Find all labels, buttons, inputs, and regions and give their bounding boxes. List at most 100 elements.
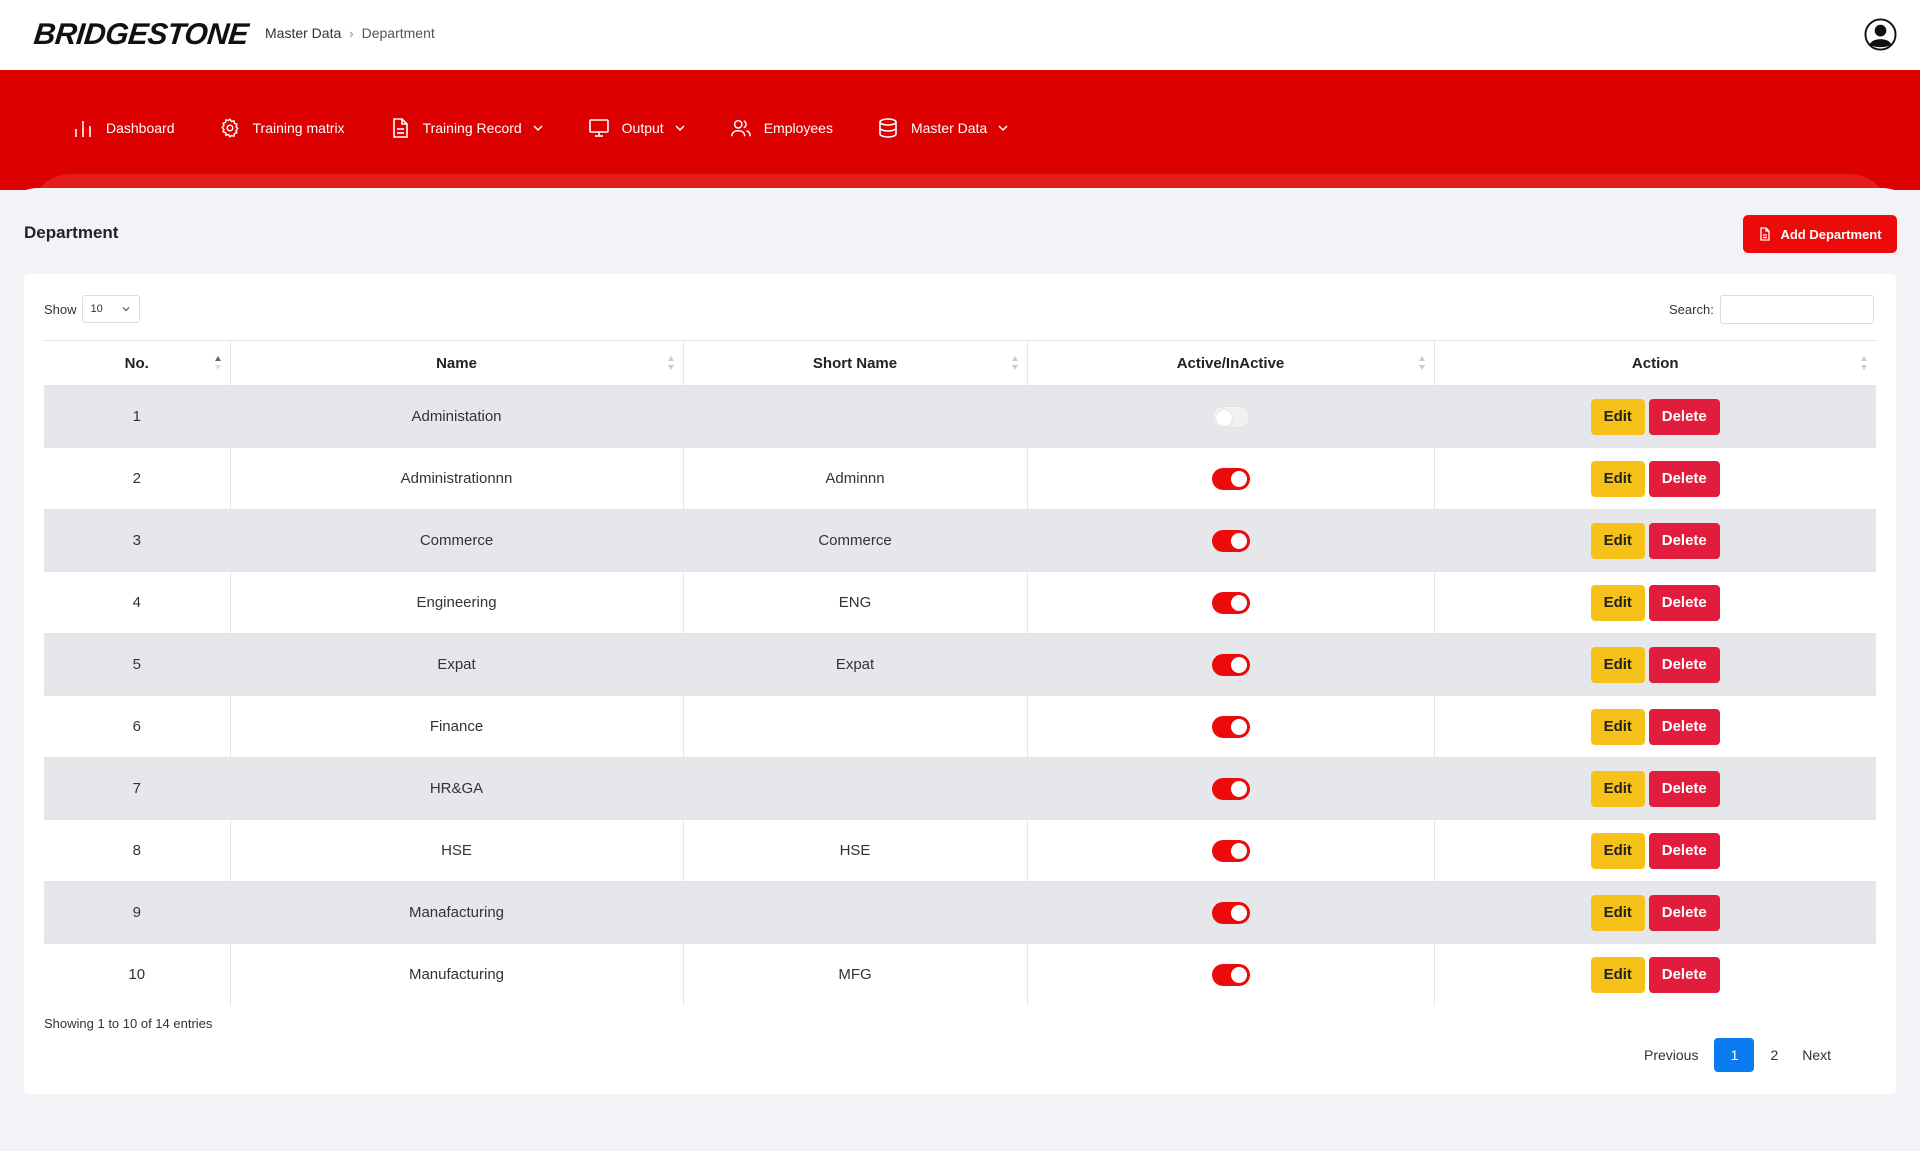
cell-active bbox=[1026, 881, 1434, 944]
edit-button[interactable]: Edit bbox=[1590, 832, 1645, 869]
cell-name: Administation bbox=[229, 385, 683, 448]
cell-no: 9 bbox=[44, 881, 230, 944]
sort-icon bbox=[1011, 356, 1018, 370]
show-label: Show bbox=[44, 301, 77, 317]
table-row: 5 Expat Expat Edit Delete bbox=[44, 633, 1876, 696]
edit-button[interactable]: Edit bbox=[1590, 646, 1645, 683]
nav-item-training-matrix[interactable]: Training matrix bbox=[219, 117, 345, 139]
monitor-icon bbox=[588, 119, 609, 137]
page-size-select[interactable]: 10 bbox=[81, 295, 140, 323]
cell-name: Expat bbox=[229, 633, 683, 696]
cell-active bbox=[1026, 385, 1434, 448]
cell-short-name bbox=[682, 757, 1027, 820]
cell-active bbox=[1026, 819, 1434, 882]
sort-icon bbox=[1418, 356, 1425, 370]
cell-no: 3 bbox=[44, 509, 230, 572]
cell-active bbox=[1026, 571, 1434, 634]
active-toggle[interactable] bbox=[1211, 777, 1250, 800]
breadcrumb-parent[interactable]: Master Data bbox=[265, 25, 341, 41]
delete-button[interactable]: Delete bbox=[1648, 832, 1720, 869]
edit-button[interactable]: Edit bbox=[1590, 956, 1645, 993]
table-body: 1 Administation Edit Delete 2 Administrat… bbox=[44, 385, 1876, 1006]
table-row: 8 HSE HSE Edit Delete bbox=[44, 819, 1876, 882]
cell-active bbox=[1026, 943, 1434, 1006]
edit-button[interactable]: Edit bbox=[1590, 584, 1645, 621]
table-row: 1 Administation Edit Delete bbox=[44, 385, 1876, 448]
table-row: 3 Commerce Commerce Edit Delete bbox=[44, 509, 1876, 572]
nav-label: Training Record bbox=[422, 120, 522, 136]
edit-button[interactable]: Edit bbox=[1590, 522, 1645, 559]
column-header-short-name[interactable]: Short Name bbox=[682, 340, 1027, 386]
active-toggle[interactable] bbox=[1211, 405, 1250, 428]
cell-name: Manafacturing bbox=[229, 881, 683, 944]
cell-action: Edit Delete bbox=[1433, 571, 1876, 634]
column-header-active[interactable]: Active/InActive bbox=[1026, 340, 1434, 386]
active-toggle[interactable] bbox=[1211, 467, 1250, 490]
delete-button[interactable]: Delete bbox=[1648, 708, 1720, 745]
edit-button[interactable]: Edit bbox=[1590, 398, 1645, 435]
page-1-button[interactable]: 1 bbox=[1714, 1038, 1755, 1072]
entries-info: Showing 1 to 10 of 14 entries bbox=[44, 1016, 213, 1031]
cell-name: Commerce bbox=[229, 509, 683, 572]
chevron-right-icon: › bbox=[349, 25, 354, 41]
previous-page-button[interactable]: Previous bbox=[1632, 1038, 1710, 1072]
next-page-button[interactable]: Next bbox=[1790, 1038, 1843, 1072]
nav-label: Master Data bbox=[910, 120, 988, 136]
delete-button[interactable]: Delete bbox=[1648, 460, 1720, 497]
column-header-no[interactable]: No. bbox=[44, 340, 230, 386]
active-toggle[interactable] bbox=[1211, 963, 1250, 986]
search-input[interactable] bbox=[1719, 295, 1874, 324]
cell-action: Edit Delete bbox=[1433, 943, 1876, 1006]
cell-short-name: Adminnn bbox=[682, 447, 1027, 510]
cell-action: Edit Delete bbox=[1433, 695, 1876, 758]
nav-item-dashboard[interactable]: Dashboard bbox=[72, 117, 175, 139]
cell-short-name bbox=[682, 385, 1027, 448]
cell-short-name: Expat bbox=[682, 633, 1027, 696]
chevron-down-icon bbox=[998, 125, 1008, 132]
add-department-button[interactable]: Add Department bbox=[1743, 215, 1897, 253]
edit-button[interactable]: Edit bbox=[1590, 708, 1645, 745]
edit-button[interactable]: Edit bbox=[1590, 460, 1645, 497]
cell-no: 2 bbox=[44, 447, 230, 510]
nav-item-output[interactable]: Output bbox=[588, 117, 686, 139]
delete-button[interactable]: Delete bbox=[1648, 584, 1720, 621]
table-row: 4 Engineering ENG Edit Delete bbox=[44, 571, 1876, 634]
active-toggle[interactable] bbox=[1211, 529, 1250, 552]
cell-action: Edit Delete bbox=[1433, 819, 1876, 882]
nav-item-training-record[interactable]: Training Record bbox=[389, 117, 544, 139]
delete-button[interactable]: Delete bbox=[1648, 770, 1720, 807]
cell-name: Administrationnn bbox=[229, 447, 683, 510]
delete-button[interactable]: Delete bbox=[1648, 646, 1720, 683]
delete-button[interactable]: Delete bbox=[1648, 398, 1720, 435]
cell-name: Manufacturing bbox=[229, 943, 683, 1006]
table-row: 6 Finance Edit Delete bbox=[44, 695, 1876, 758]
cell-active bbox=[1026, 447, 1434, 510]
table-row: 2 Administrationnn Adminnn Edit Delete bbox=[44, 447, 1876, 510]
delete-button[interactable]: Delete bbox=[1648, 522, 1720, 559]
nav-label: Employees bbox=[763, 120, 833, 136]
cell-no: 7 bbox=[44, 757, 230, 820]
edit-button[interactable]: Edit bbox=[1590, 894, 1645, 931]
active-toggle[interactable] bbox=[1211, 715, 1250, 738]
active-toggle[interactable] bbox=[1211, 901, 1250, 924]
active-toggle[interactable] bbox=[1211, 591, 1250, 614]
page-2-button[interactable]: 2 bbox=[1758, 1038, 1790, 1072]
page-size-control: Show 10 bbox=[44, 295, 140, 323]
bar-chart-icon bbox=[75, 121, 91, 137]
nav-item-employees[interactable]: Employees bbox=[730, 117, 833, 139]
active-toggle[interactable] bbox=[1211, 839, 1250, 862]
search-label: Search: bbox=[1669, 302, 1714, 317]
cell-no: 10 bbox=[44, 943, 230, 1006]
column-header-action[interactable]: Action bbox=[1433, 340, 1876, 386]
sort-icon bbox=[667, 356, 674, 370]
bridgestone-logo[interactable]: BRIDGESTONE bbox=[32, 18, 249, 52]
delete-button[interactable]: Delete bbox=[1648, 894, 1720, 931]
edit-button[interactable]: Edit bbox=[1590, 770, 1645, 807]
column-header-name[interactable]: Name bbox=[229, 340, 683, 386]
delete-button[interactable]: Delete bbox=[1648, 956, 1720, 993]
gear-icon bbox=[220, 118, 239, 138]
cell-name: HSE bbox=[229, 819, 683, 882]
nav-item-master-data[interactable]: Master Data bbox=[877, 117, 1009, 139]
active-toggle[interactable] bbox=[1211, 653, 1250, 676]
user-avatar-icon[interactable] bbox=[1864, 18, 1897, 51]
